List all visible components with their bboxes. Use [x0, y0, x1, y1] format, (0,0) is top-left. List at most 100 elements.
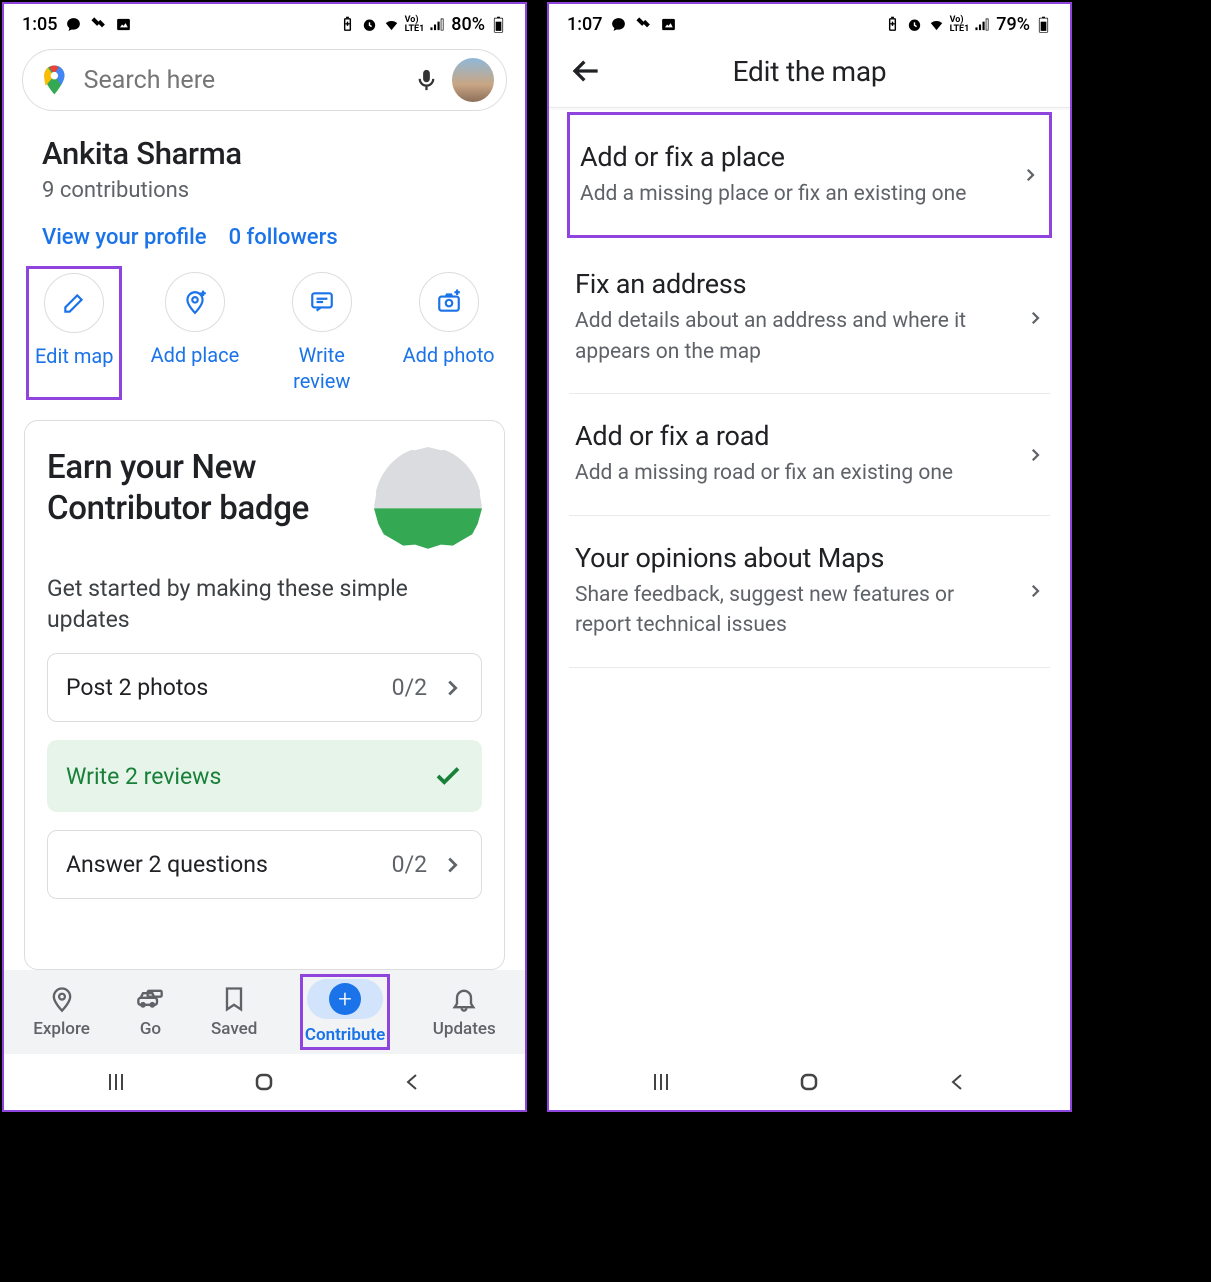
option-title: Fix an address — [575, 268, 1012, 300]
action-label: Write review — [275, 342, 368, 394]
option-title: Your opinions about Maps — [575, 542, 1012, 574]
volte-icon: Vo)LTE1 — [405, 16, 425, 32]
clock: 1:07 — [567, 14, 602, 35]
wifi-icon — [928, 16, 945, 33]
action-label: Add photo — [403, 342, 495, 368]
back-icon[interactable] — [401, 1070, 425, 1094]
option-subtitle: Add details about an address and where i… — [575, 306, 1012, 367]
system-nav — [4, 1054, 525, 1110]
status-bar: 1:05 Vo)LTE1 80% — [4, 4, 525, 41]
highlight-contribute: + Contribute — [300, 974, 390, 1050]
missed-call-icon — [90, 16, 107, 33]
car-icon — [136, 985, 164, 1013]
option-subtitle: Share feedback, suggest new features or … — [575, 580, 1012, 641]
action-label: Add place — [151, 342, 240, 368]
option-subtitle: Add a missing place or fix an existing o… — [580, 179, 1007, 209]
recents-icon[interactable] — [104, 1070, 128, 1094]
edit-map-screen: 1:07 Vo)LTE1 79% Edit the map Add or fix… — [547, 2, 1072, 1112]
write-review-button[interactable]: Write review — [275, 272, 368, 394]
task-status: 0/2 — [392, 851, 427, 878]
edit-map-button[interactable]: Edit map — [35, 273, 113, 369]
appbar-title: Edit the map — [549, 55, 1070, 88]
nav-go[interactable]: Go — [136, 985, 164, 1039]
battery-percent: 80% — [451, 14, 485, 35]
home-icon[interactable] — [797, 1070, 821, 1094]
alarm-icon — [906, 16, 923, 33]
task-label: Write 2 reviews — [66, 763, 433, 790]
nav-label: Explore — [33, 1019, 90, 1039]
badge-icon — [374, 447, 482, 555]
battery-saver-icon — [339, 16, 356, 33]
search-bar[interactable] — [22, 49, 507, 111]
wifi-icon — [383, 16, 400, 33]
contribute-screen: 1:05 Vo)LTE1 80% Ankita Sharma 9 contrib… — [2, 2, 527, 1112]
bottom-nav: Explore Go Saved + Contribute Updates — [4, 970, 525, 1054]
card-title: Earn your New Contributor badge — [47, 447, 358, 530]
image-icon — [115, 16, 132, 33]
option-opinions[interactable]: Your opinions about Maps Share feedback,… — [569, 516, 1050, 668]
nav-explore[interactable]: Explore — [33, 985, 90, 1039]
status-bar: 1:07 Vo)LTE1 79% — [549, 4, 1070, 41]
option-subtitle: Add a missing road or fix an existing on… — [575, 458, 1012, 488]
nav-contribute[interactable]: + Contribute — [305, 979, 385, 1045]
home-icon[interactable] — [252, 1070, 276, 1094]
chevron-right-icon — [1026, 446, 1044, 464]
pin-icon — [48, 985, 76, 1013]
review-icon — [292, 272, 352, 332]
signal-icon — [429, 16, 446, 33]
user-name: Ankita Sharma — [42, 135, 487, 172]
task-status: 0/2 — [392, 674, 427, 701]
missed-call-icon — [635, 16, 652, 33]
add-place-button[interactable]: Add place — [148, 272, 241, 394]
nav-saved[interactable]: Saved — [211, 985, 257, 1039]
followers-link[interactable]: 0 followers — [229, 225, 338, 250]
contribution-count: 9 contributions — [42, 178, 487, 203]
task-answer-questions[interactable]: Answer 2 questions 0/2 — [47, 830, 482, 899]
highlight-add-fix-place: Add or fix a place Add a missing place o… — [567, 112, 1052, 238]
nav-label: Saved — [211, 1019, 257, 1039]
app-bar: Edit the map — [549, 41, 1070, 107]
chevron-right-icon — [1026, 582, 1044, 600]
card-subtitle: Get started by making these simple updat… — [47, 573, 482, 635]
recents-icon[interactable] — [649, 1070, 673, 1094]
task-write-reviews[interactable]: Write 2 reviews — [47, 740, 482, 812]
profile-avatar[interactable] — [452, 58, 494, 102]
check-icon — [433, 761, 463, 791]
edit-options-list: Add or fix a place Add a missing place o… — [549, 108, 1070, 668]
chat-icon — [65, 16, 82, 33]
user-header: Ankita Sharma 9 contributions View your … — [4, 119, 525, 272]
search-input[interactable] — [84, 66, 401, 95]
action-label: Edit map — [35, 343, 113, 369]
task-label: Post 2 photos — [66, 674, 392, 701]
system-nav — [549, 1054, 1070, 1110]
add-photo-button[interactable]: Add photo — [402, 272, 495, 394]
chevron-right-icon — [441, 677, 463, 699]
highlight-edit-map: Edit map — [26, 266, 122, 400]
view-profile-link[interactable]: View your profile — [42, 225, 207, 250]
option-add-fix-road[interactable]: Add or fix a road Add a missing road or … — [569, 394, 1050, 515]
action-row: Edit map Add place Write review Add phot… — [4, 272, 525, 394]
plus-icon: + — [307, 979, 383, 1019]
google-maps-logo-icon — [37, 62, 72, 98]
nav-updates[interactable]: Updates — [433, 985, 496, 1039]
chat-icon — [610, 16, 627, 33]
chevron-right-icon — [441, 854, 463, 876]
battery-icon — [1035, 16, 1052, 33]
chevron-right-icon — [1026, 309, 1044, 327]
pencil-icon — [44, 273, 104, 333]
battery-saver-icon — [884, 16, 901, 33]
bell-icon — [450, 985, 478, 1013]
alarm-icon — [361, 16, 378, 33]
pin-plus-icon — [165, 272, 225, 332]
battery-percent: 79% — [996, 14, 1030, 35]
microphone-icon[interactable] — [413, 66, 440, 94]
back-icon[interactable] — [946, 1070, 970, 1094]
nav-label: Go — [140, 1019, 161, 1039]
camera-plus-icon — [419, 272, 479, 332]
task-post-photos[interactable]: Post 2 photos 0/2 — [47, 653, 482, 722]
option-fix-address[interactable]: Fix an address Add details about an addr… — [569, 242, 1050, 394]
bookmark-icon — [220, 985, 248, 1013]
option-add-fix-place[interactable]: Add or fix a place Add a missing place o… — [574, 115, 1045, 235]
clock: 1:05 — [22, 14, 57, 35]
signal-icon — [974, 16, 991, 33]
